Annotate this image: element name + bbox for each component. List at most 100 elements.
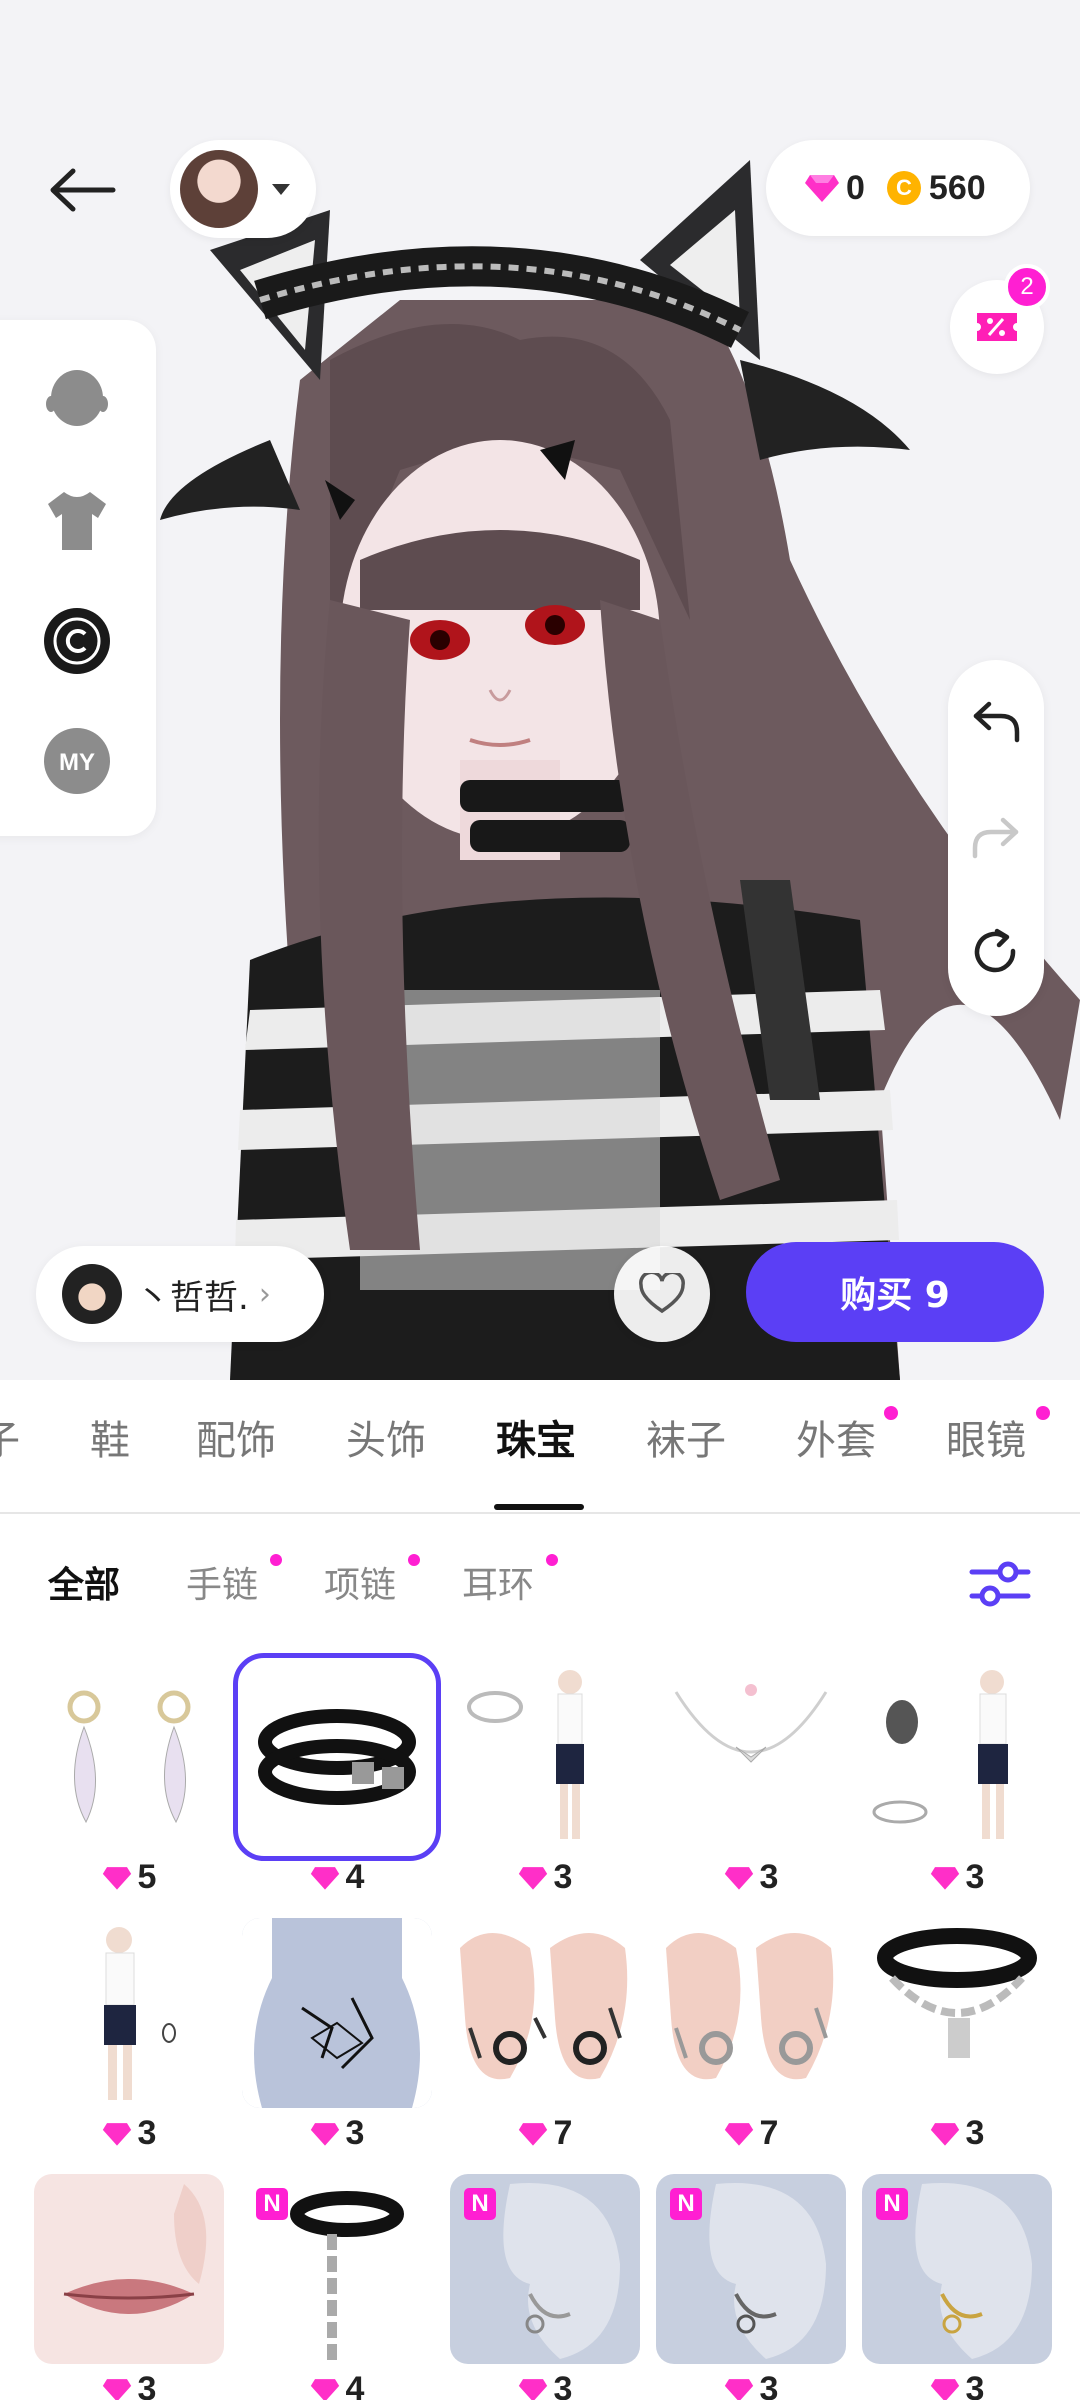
item-thumbnail: [242, 1918, 432, 2108]
item-thumbnail: N: [656, 2174, 846, 2364]
diamond-icon: [930, 2378, 959, 2400]
creator-name: 丶哲哲.: [136, 1277, 249, 1318]
item-thumbnail: N: [862, 2174, 1052, 2364]
like-button[interactable]: [614, 1246, 710, 1342]
subtab-earrings[interactable]: 耳环: [462, 1556, 534, 1608]
grid-item[interactable]: 3: [450, 1662, 640, 1902]
sliders-icon: [969, 1561, 1031, 1607]
lip-piercing-image: [63, 2184, 207, 2314]
item-price: 7: [450, 2114, 640, 2153]
redo-button[interactable]: [966, 808, 1026, 868]
diamond-icon: [724, 1866, 753, 1890]
subtab-necklaces[interactable]: 项链: [324, 1556, 396, 1608]
diamond-icon: [310, 1866, 339, 1890]
grid-item[interactable]: N 4: [242, 2174, 432, 2400]
item-price: 4: [242, 1858, 432, 1897]
diamond-icon: [930, 1866, 959, 1890]
side-menu-face[interactable]: [42, 366, 112, 436]
avatar-stage[interactable]: 0 C 560 2 MY 丶哲哲. › 购买 9: [0, 0, 1080, 1380]
currency-display[interactable]: 0 C 560: [766, 140, 1030, 236]
diamond-icon: [930, 2122, 959, 2146]
my-icon: MY: [44, 728, 110, 794]
item-price: 3: [656, 2370, 846, 2400]
item-price: 3: [656, 1858, 846, 1897]
grid-item[interactable]: 7: [656, 1918, 846, 2158]
item-thumbnail: [862, 1918, 1052, 2108]
gem-count: 0: [846, 168, 865, 207]
grid-item[interactable]: 3: [862, 1918, 1052, 2158]
item-thumbnail: [656, 1918, 846, 2108]
earring-image: [67, 1690, 191, 1824]
new-badge: N: [256, 2188, 288, 2220]
bracelets-image: [872, 1670, 1008, 1839]
tab-jewelry[interactable]: 珠宝: [496, 1408, 576, 1466]
side-menu-creator[interactable]: [42, 606, 112, 676]
subtab-bracelets[interactable]: 手链: [186, 1556, 258, 1608]
item-price: 3: [450, 1858, 640, 1897]
my-label: MY: [59, 749, 95, 776]
buy-button[interactable]: 购买 9: [746, 1242, 1044, 1342]
grid-item[interactable]: 3: [862, 1662, 1052, 1902]
tab-partial[interactable]: 子: [0, 1408, 20, 1466]
reset-button[interactable]: [966, 922, 1026, 982]
grid-item[interactable]: 3: [34, 1918, 224, 2158]
tab-shoes[interactable]: 鞋: [90, 1408, 130, 1466]
grid-item-selected[interactable]: 4: [233, 1653, 441, 1902]
grid-item[interactable]: 3: [242, 1918, 432, 2158]
item-thumbnail: [450, 1662, 640, 1852]
price-value: 3: [759, 1858, 779, 1896]
price-value: 3: [759, 2370, 779, 2400]
new-dot: [408, 1554, 420, 1566]
filter-button[interactable]: [968, 1554, 1032, 1614]
item-price: 3: [34, 2370, 224, 2400]
history-controls: [948, 660, 1044, 1016]
item-price: 3: [34, 2114, 224, 2153]
tab-socks[interactable]: 袜子: [646, 1408, 726, 1466]
new-dot: [546, 1554, 558, 1566]
item-grid: 5 4 3 3 3 3 3 7 7 3 3 N 4 N 3 N 3 N 3: [0, 1640, 1080, 2400]
grid-item[interactable]: 5: [34, 1662, 224, 1902]
side-menu-my[interactable]: MY: [42, 726, 112, 796]
grid-item[interactable]: N 3: [450, 2174, 640, 2400]
subtab-all[interactable]: 全部: [48, 1556, 120, 1608]
side-menu-clothes[interactable]: [42, 486, 112, 556]
grid-item[interactable]: 7: [450, 1918, 640, 2158]
ear-cuffs-image: [460, 1933, 628, 2080]
new-dot: [270, 1554, 282, 1566]
price-value: 5: [137, 1858, 157, 1896]
new-badge: N: [464, 2188, 496, 2220]
category-tabs: 子 鞋 配饰 头饰 珠宝 袜子 外套 眼镜: [0, 1380, 1080, 1514]
item-thumbnail: N: [242, 2174, 432, 2364]
copyright-icon: [44, 608, 110, 674]
new-badge: N: [876, 2188, 908, 2220]
item-price: 3: [450, 2370, 640, 2400]
back-button[interactable]: [42, 150, 122, 230]
grid-item[interactable]: 3: [656, 1662, 846, 1902]
coupon-badge: 2: [1004, 264, 1050, 310]
item-thumbnail: [233, 1653, 441, 1861]
item-thumbnail: [862, 1662, 1052, 1852]
creator-profile-chip[interactable]: 丶哲哲. ›: [36, 1246, 324, 1342]
redo-icon: [972, 817, 1019, 859]
item-price: 3: [862, 2114, 1052, 2153]
active-tab-indicator: [494, 1504, 584, 1510]
tshirt-icon: [48, 492, 106, 550]
item-price: 3: [242, 2114, 432, 2153]
avatar-switcher[interactable]: [170, 140, 316, 238]
tab-headwear[interactable]: 头饰: [346, 1408, 426, 1466]
creator-avatar: [62, 1264, 122, 1324]
undo-button[interactable]: [966, 692, 1026, 752]
diamond-icon: [102, 2378, 131, 2400]
tab-outerwear[interactable]: 外套: [796, 1408, 876, 1466]
grid-item[interactable]: N 3: [656, 2174, 846, 2400]
tattoo-image: [242, 1918, 432, 2108]
chain-choker-image: [877, 1928, 1037, 2058]
diamond-icon: [518, 1866, 547, 1890]
item-price: 5: [34, 1858, 224, 1897]
grid-item[interactable]: N 3: [862, 2174, 1052, 2400]
coin-icon: C: [886, 171, 921, 205]
diamond-icon: [518, 2122, 547, 2146]
tab-glasses[interactable]: 眼镜: [946, 1408, 1026, 1466]
tab-accessories[interactable]: 配饰: [196, 1408, 276, 1466]
grid-item[interactable]: 3: [34, 2174, 224, 2400]
